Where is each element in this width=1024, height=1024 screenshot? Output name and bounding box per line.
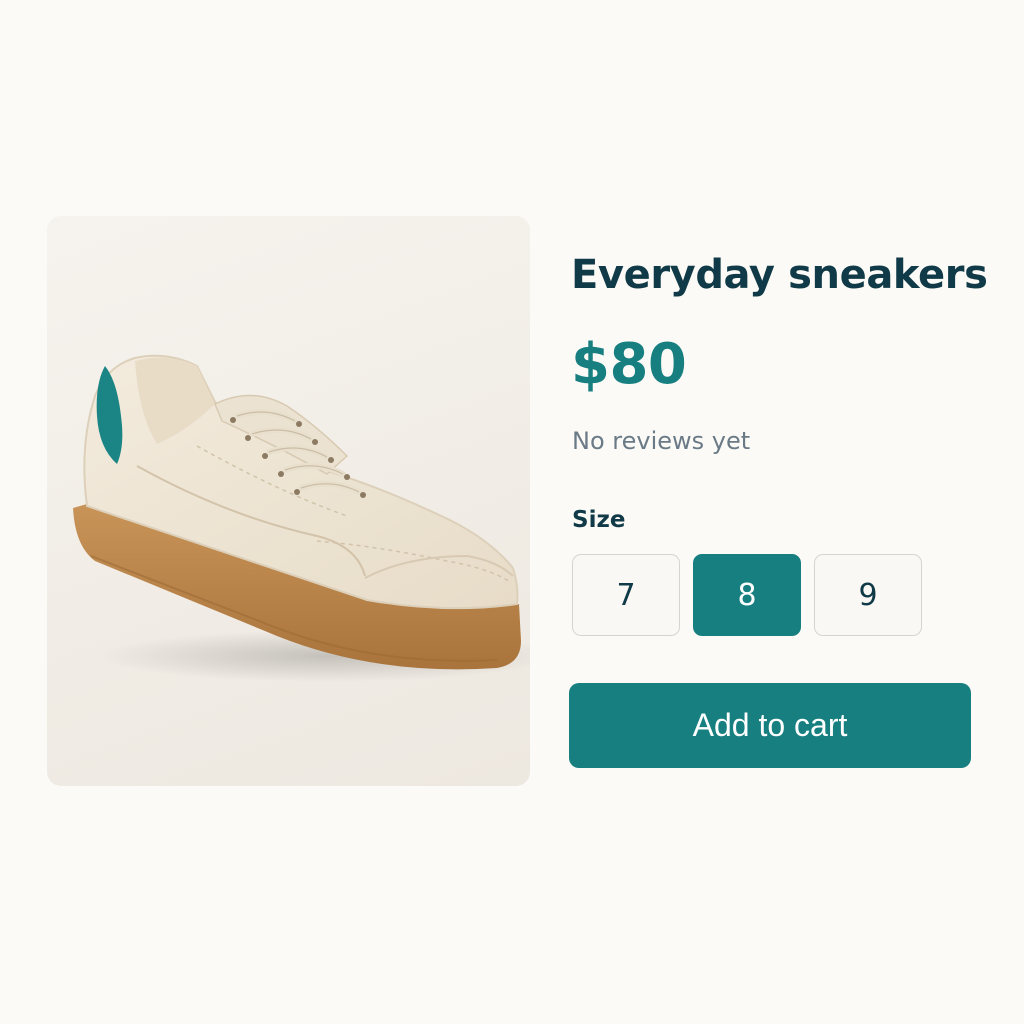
add-to-cart-button[interactable]: Add to cart (569, 683, 971, 768)
product-title: Everyday sneakers (571, 252, 988, 298)
size-label: Size (572, 507, 626, 533)
size-option-9[interactable]: 9 (814, 554, 922, 636)
size-selector: 7 8 9 (572, 554, 922, 636)
product-page: Everyday sneakers $80 No reviews yet Siz… (0, 0, 1024, 1024)
size-option-8[interactable]: 8 (693, 554, 801, 636)
product-price: $80 (571, 332, 687, 397)
reviews-status[interactable]: No reviews yet (572, 427, 750, 455)
product-image-card (47, 216, 530, 786)
size-option-7[interactable]: 7 (572, 554, 680, 636)
sneaker-image (73, 354, 530, 682)
